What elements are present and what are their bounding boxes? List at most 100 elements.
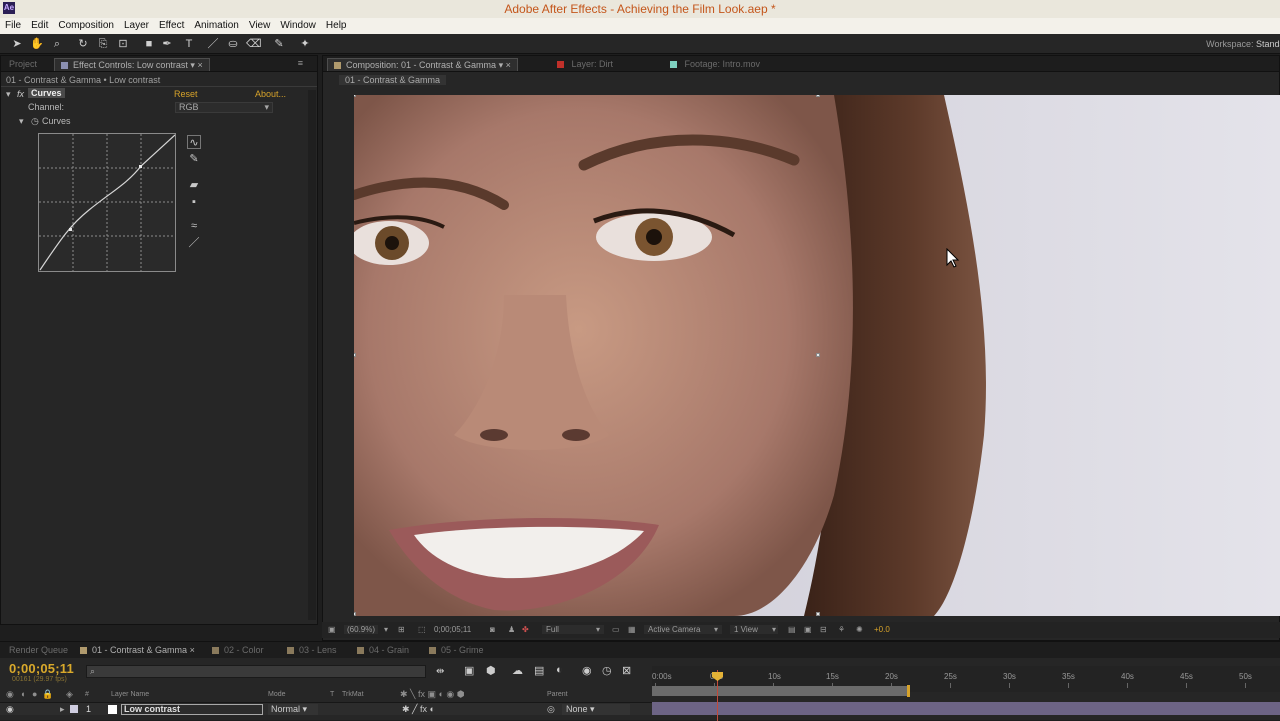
live-update-icon[interactable]: ▣ [464,664,474,677]
motion-blur-icon[interactable]: ◐ [556,664,563,676]
menu-edit[interactable]: Edit [26,18,53,31]
flowchart-icon[interactable]: ⚘ [838,625,845,634]
clone-stamp-tool-icon[interactable]: ⛀ [226,37,240,51]
layer-search-input[interactable]: ⌕ [86,665,426,678]
smooth-curve-icon[interactable]: ≈ [187,219,201,233]
draft-3d-icon[interactable]: ⬢ [486,664,496,677]
zoom-dropdown[interactable]: (60.9%) [344,625,379,634]
tab-layer[interactable]: Layer: Dirt [551,58,619,71]
effect-expand-chevron-icon[interactable]: ▾ [6,89,11,100]
menu-window[interactable]: Window [275,18,321,31]
menu-view[interactable]: View [244,18,276,31]
fast-previews-icon[interactable]: ▣ [804,625,812,634]
tab-project[interactable]: Project [3,58,43,71]
safe-margins-icon[interactable]: ⊞ [398,625,405,634]
resolution-dropdown[interactable]: Full [542,625,604,634]
exposure-value[interactable]: +0.0 [874,625,890,634]
camera-tool-icon[interactable]: ⎘ [96,37,110,51]
tab-comp-05[interactable]: 05 - Grime [429,645,484,655]
tab-close-icon[interactable]: × [197,60,202,70]
pencil-tool-icon[interactable]: ✎ [187,152,201,166]
about-link[interactable]: About... [255,89,286,99]
composition-viewer[interactable] [354,95,1280,616]
zoom-tool-icon[interactable]: ⌕ [50,37,64,51]
selection-handle[interactable] [816,95,820,97]
curve-point[interactable] [69,228,72,231]
scrollbar[interactable] [308,90,316,620]
menu-layer[interactable]: Layer [119,18,154,31]
always-preview-icon[interactable]: ▣ [328,625,336,634]
bezier-curve-tool-icon[interactable]: ∿ [187,135,201,149]
rectangle-tool-icon[interactable]: ■ [142,37,156,51]
pen-tool-icon[interactable]: ✒ [160,37,174,51]
view-layout-dropdown[interactable]: 1 View [730,625,778,634]
menu-file[interactable]: File [0,18,26,31]
show-snapshot-icon[interactable]: ♟ [508,625,515,634]
tab-render-queue[interactable]: Render Queue [9,645,68,655]
comp-breadcrumb[interactable]: 01 - Contrast & Gamma [339,75,447,85]
timeline-timecode[interactable]: 0;00;05;11 [9,661,74,676]
menu-composition[interactable]: Composition [53,18,119,31]
work-area-end-handle[interactable] [907,685,910,697]
channel-icon[interactable]: ✤ [522,625,529,634]
label-color-swatch[interactable] [70,705,78,713]
layer-name-field[interactable]: Low contrast [121,704,263,715]
camera-dropdown[interactable]: Active Camera [644,625,722,634]
selection-handle[interactable] [816,353,820,357]
tab-close-icon[interactable]: × [506,60,511,70]
stopwatch-icon[interactable]: ◷ [31,116,39,127]
mask-visibility-icon[interactable]: ⬚ [418,625,426,634]
region-of-interest-icon[interactable]: ▭ [612,625,620,634]
channel-dropdown[interactable]: RGB ▾ [175,102,273,113]
curve-point[interactable] [139,165,142,168]
brush-tool-icon[interactable]: ／ [206,37,220,51]
toggle-pixel-aspect-icon[interactable]: ▤ [788,625,796,634]
curves-expand-chevron-icon[interactable]: ▾ [19,116,24,127]
selection-handle[interactable] [816,612,820,616]
hide-shy-layers-icon[interactable]: ☁ [512,664,523,677]
menu-effect[interactable]: Effect [154,18,189,31]
graph-editor-icon[interactable]: ⊠ [622,664,631,677]
parent-dropdown[interactable]: None ▾ [562,704,630,715]
tab-composition[interactable]: Composition: 01 - Contrast & Gamma ▾ × [327,58,518,71]
brainstorm-icon[interactable]: ◉ [582,664,592,677]
layer-row[interactable]: ◉ ▸ 1 Low contrast Normal ▾ ✱ ╱ fx ◐ ◎ N… [0,702,652,715]
snapshot-icon[interactable]: ◙ [490,625,495,634]
puppet-tool-icon[interactable]: ✦ [298,37,312,51]
curves-graph[interactable] [38,133,176,272]
comp-mini-flowchart-icon[interactable]: ⇹ [436,666,444,677]
layer-name-column-header[interactable]: Layer Name [111,691,149,698]
selection-handle[interactable] [354,612,356,616]
rotation-tool-icon[interactable]: ↻ [76,37,90,51]
pan-behind-tool-icon[interactable]: ⊡ [116,37,130,51]
tab-footage[interactable]: Footage: Intro.mov [664,58,766,71]
selection-handle[interactable] [354,95,356,97]
selection-handle[interactable] [354,353,356,357]
frame-blending-icon[interactable]: ▤ [534,664,544,677]
work-area-bar[interactable] [652,686,910,696]
menu-animation[interactable]: Animation [189,18,243,31]
expand-chevron-icon[interactable]: ▸ [60,704,65,715]
hand-tool-icon[interactable]: ✋ [30,37,44,51]
layer-duration-bar[interactable] [652,702,1280,715]
open-folder-icon[interactable]: ▰ [187,178,201,192]
mode-dropdown[interactable]: Normal ▾ [268,704,318,715]
parent-pickwhip-icon[interactable]: ◎ [547,704,555,715]
tab-comp-01[interactable]: 01 - Contrast & Gamma × [80,645,195,655]
tab-close-icon[interactable]: × [190,645,195,655]
current-time-display[interactable]: 0;00;05;11 [434,625,471,634]
visibility-icon[interactable]: ◉ [6,704,14,715]
transparency-grid-icon[interactable]: ▦ [628,625,636,634]
tab-comp-04[interactable]: 04 - Grain [357,645,409,655]
effect-name[interactable]: Curves [28,88,65,98]
reset-link[interactable]: Reset [174,89,198,99]
menu-help[interactable]: Help [321,18,352,31]
timeline-icon[interactable]: ⊟ [820,625,827,634]
type-tool-icon[interactable]: T [182,37,196,51]
tab-comp-03[interactable]: 03 - Lens [287,645,337,655]
fx-icon[interactable]: fx [17,89,24,99]
reset-exposure-icon[interactable]: ✺ [856,625,863,634]
reset-curve-icon[interactable]: ／ [187,236,201,250]
tab-comp-02[interactable]: 02 - Color [212,645,264,655]
panel-menu-icon[interactable]: ≡ [298,58,303,68]
